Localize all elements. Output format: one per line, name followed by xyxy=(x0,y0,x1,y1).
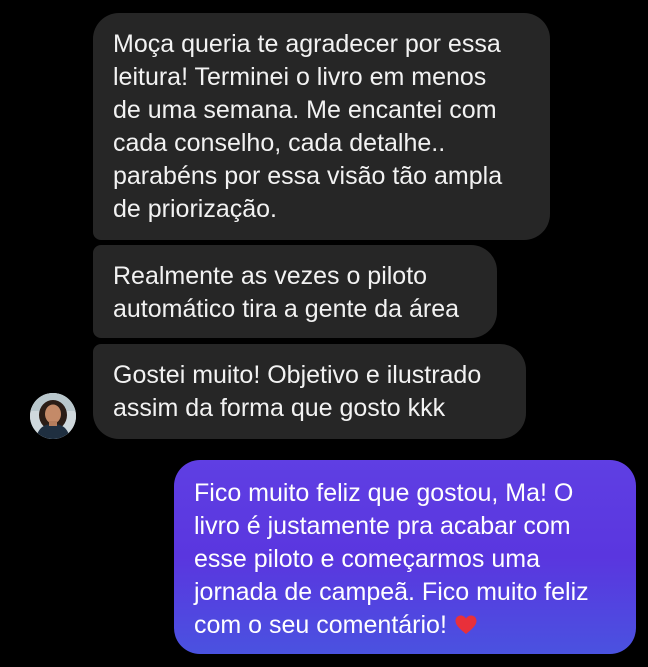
outgoing-message-text: Fico muito feliz que gostou, Ma! O livro… xyxy=(194,479,589,639)
incoming-message-bubble[interactable]: Realmente as vezes o piloto automático t… xyxy=(93,245,497,338)
avatar-photo-icon xyxy=(30,393,76,439)
incoming-message-bubble[interactable]: Gostei muito! Objetivo e ilustrado assim… xyxy=(93,344,526,439)
sender-avatar[interactable] xyxy=(30,393,76,439)
incoming-message-bubble[interactable]: Moça queria te agradecer por essa leitur… xyxy=(93,13,550,240)
heart-icon xyxy=(455,611,477,634)
outgoing-message-bubble[interactable]: Fico muito feliz que gostou, Ma! O livro… xyxy=(174,460,636,654)
